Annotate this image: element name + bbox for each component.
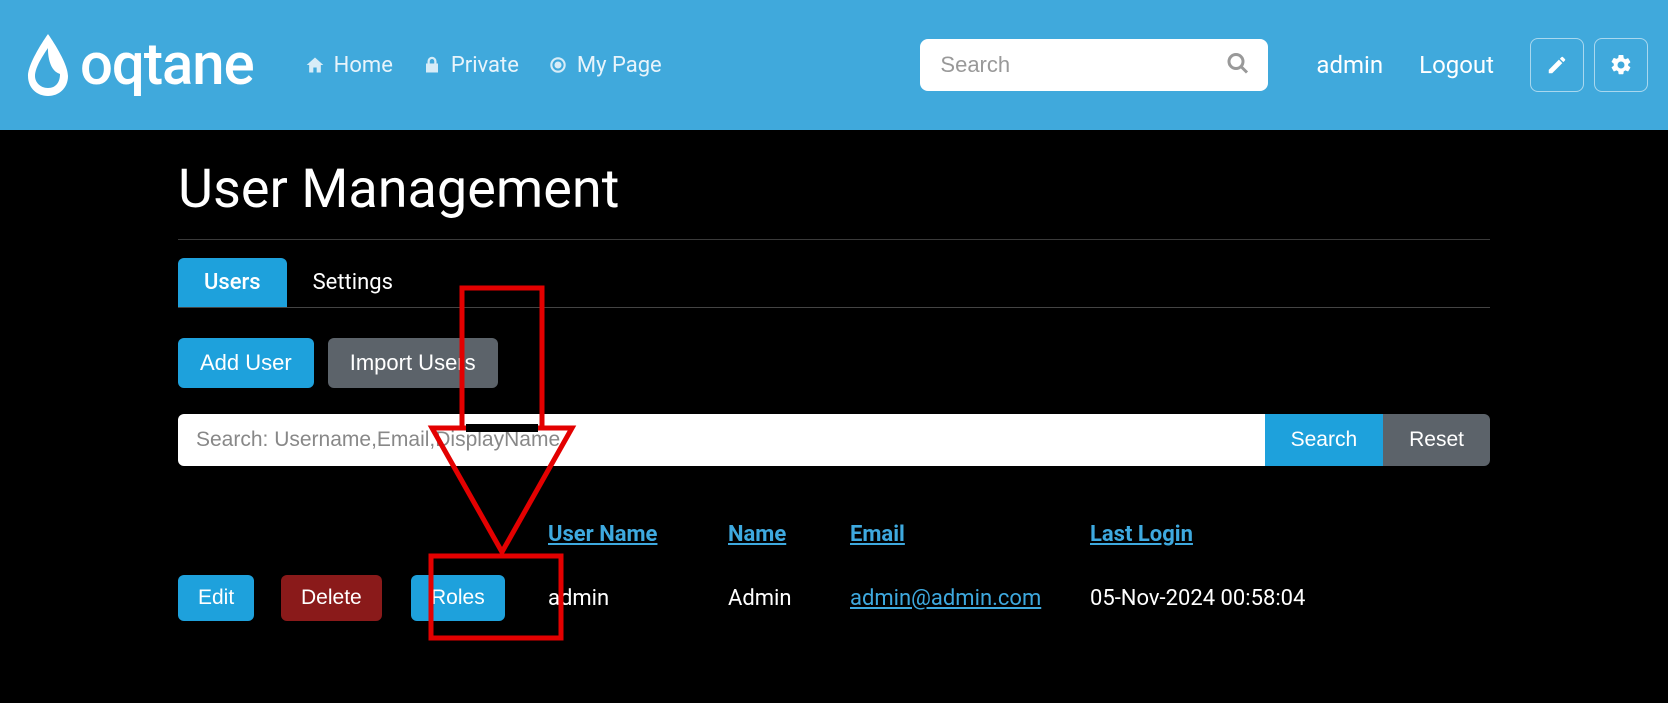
nav-label: My Page: [577, 53, 662, 78]
col-name[interactable]: Name: [728, 522, 850, 547]
user-menu: admin Logout: [1316, 38, 1648, 92]
tab-strip: Users Settings: [178, 258, 1490, 308]
brand-logo[interactable]: oqtane: [0, 30, 254, 100]
table-row: Edit Delete Roles admin Admin admin@admi…: [178, 571, 1490, 625]
username-link[interactable]: admin: [1316, 51, 1383, 79]
cell-lastlogin: 05-Nov-2024 00:58:04: [1090, 586, 1490, 611]
lock-icon: [421, 54, 443, 76]
cell-username: admin: [548, 586, 728, 611]
droplet-icon: [20, 30, 76, 100]
filter-row: Search Reset: [178, 414, 1490, 466]
gear-icon: [1609, 53, 1633, 77]
settings-button[interactable]: [1594, 38, 1648, 92]
cell-email[interactable]: admin@admin.com: [850, 586, 1090, 611]
filter-search-button[interactable]: Search: [1265, 414, 1384, 466]
search-icon: [1226, 52, 1250, 76]
col-email[interactable]: Email: [850, 522, 1090, 547]
users-table: User Name Name Email Last Login Edit Del…: [178, 502, 1490, 625]
nav-private[interactable]: Private: [421, 53, 519, 78]
col-lastlogin[interactable]: Last Login: [1090, 522, 1490, 547]
tab-users[interactable]: Users: [178, 258, 287, 307]
global-search: [920, 39, 1268, 91]
brand-name: oqtane: [80, 31, 254, 99]
search-input[interactable]: [920, 39, 1268, 91]
action-row: Add User Import Users: [178, 338, 1490, 388]
row-edit-button[interactable]: Edit: [178, 575, 254, 621]
row-roles-button[interactable]: Roles: [411, 575, 505, 621]
logout-link[interactable]: Logout: [1419, 51, 1494, 79]
page-title: User Management: [178, 158, 1490, 221]
nav-mypage[interactable]: My Page: [547, 53, 662, 78]
edit-page-button[interactable]: [1530, 38, 1584, 92]
home-icon: [304, 54, 326, 76]
cell-name: Admin: [728, 586, 850, 611]
table-header: [178, 502, 1490, 522]
filter-reset-button[interactable]: Reset: [1383, 414, 1490, 466]
user-filter-input[interactable]: [178, 414, 1265, 466]
target-icon: [547, 54, 569, 76]
page-body: User Management Users Settings Add User …: [0, 130, 1668, 625]
nav-links: Home Private My Page: [304, 53, 662, 78]
row-delete-button[interactable]: Delete: [281, 575, 382, 621]
import-users-button[interactable]: Import Users: [328, 338, 498, 388]
divider: [178, 239, 1490, 240]
nav-label: Home: [334, 53, 393, 78]
search-button[interactable]: [1222, 48, 1254, 83]
col-username[interactable]: User Name: [548, 522, 728, 547]
nav-home[interactable]: Home: [304, 53, 393, 78]
nav-label: Private: [451, 53, 519, 78]
tab-settings[interactable]: Settings: [287, 258, 419, 307]
top-bar: oqtane Home Private My Page admin: [0, 0, 1668, 130]
pencil-icon: [1546, 54, 1568, 76]
add-user-button[interactable]: Add User: [178, 338, 314, 388]
